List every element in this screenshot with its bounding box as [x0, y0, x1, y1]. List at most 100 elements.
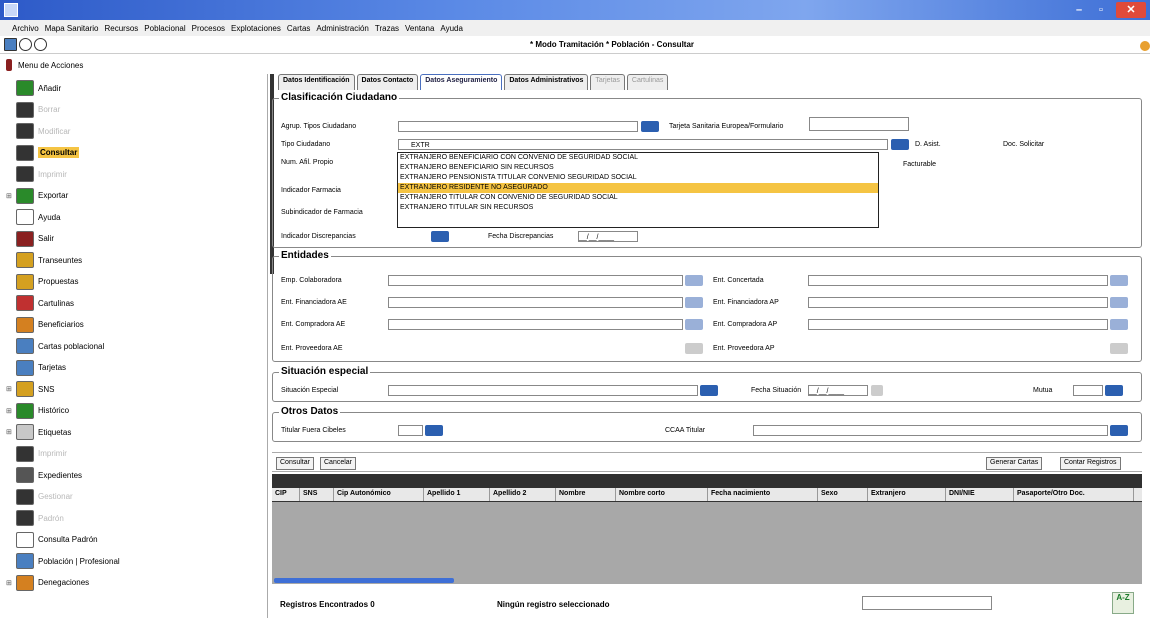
sidebar-item[interactable]: Propuestas	[6, 272, 78, 292]
sidebar-item[interactable]: ⊞ SNS	[6, 379, 54, 399]
tab[interactable]: Cartulinas	[626, 74, 669, 90]
tab[interactable]: Tarjetas	[590, 74, 625, 90]
grid-column-header[interactable]: Cip Autonómico	[334, 488, 424, 501]
fecha-sit-input[interactable]: __/__/____	[808, 385, 868, 396]
dropdown-option[interactable]: EXTRANJERO RESIDENTE NO ASEGURADO	[398, 183, 878, 193]
fecha-discrep-input[interactable]: __/__/____	[578, 231, 638, 242]
grid-column-header[interactable]: SNS	[300, 488, 334, 501]
grid-column-header[interactable]: Apellido 2	[490, 488, 556, 501]
sidebar-item[interactable]: Beneficiarios	[6, 315, 84, 335]
sidebar-item[interactable]: ⊞ Denegaciones	[6, 573, 89, 593]
ent-fin-ae-select[interactable]	[388, 297, 683, 308]
ent-fin-ap-select[interactable]	[808, 297, 1108, 308]
ent-concertada-select[interactable]	[808, 275, 1108, 286]
agrup-select[interactable]	[398, 121, 638, 132]
horizontal-scrollbar[interactable]	[274, 578, 454, 583]
menu-item[interactable]: Poblacional	[144, 24, 185, 33]
ent-comp-ae-dropdown-icon[interactable]	[685, 319, 703, 330]
sidebar-item[interactable]: Expedientes	[6, 465, 82, 485]
sidebar-item[interactable]: ⊞ Histórico	[6, 401, 69, 421]
sidebar-item[interactable]: Gestionar	[6, 487, 73, 507]
tipo-select[interactable]: EXTR	[398, 139, 888, 150]
titular-select[interactable]	[398, 425, 423, 436]
ind-discrep-dropdown-icon[interactable]	[431, 231, 449, 242]
dropdown-option[interactable]: EXTRANJERO TITULAR CON CONVENIO DE SEGUR…	[398, 193, 878, 203]
tab[interactable]: Datos Contacto	[356, 74, 419, 90]
tab[interactable]: Datos Identificación	[278, 74, 355, 90]
tipo-dropdown-icon[interactable]	[891, 139, 909, 150]
mutua-select[interactable]	[1073, 385, 1103, 396]
calendar-icon[interactable]	[871, 385, 883, 396]
mutua-dropdown-icon[interactable]	[1105, 385, 1123, 396]
emp-colab-dropdown-icon[interactable]	[685, 275, 703, 286]
sidebar-item[interactable]: Ayuda	[6, 207, 61, 227]
sidebar-item[interactable]: Transeuntes	[6, 250, 82, 270]
dropdown-option[interactable]: EXTRANJERO PENSIONISTA TITULAR CONVENIO …	[398, 173, 878, 183]
expand-icon[interactable]: ⊞	[6, 579, 16, 587]
sidebar-item[interactable]: Tarjetas	[6, 358, 66, 378]
back-icon[interactable]	[19, 38, 32, 51]
menu-item[interactable]: Explotaciones	[231, 24, 281, 33]
ent-comp-ae-select[interactable]	[388, 319, 683, 330]
sidebar-item[interactable]: Borrar	[6, 100, 60, 120]
sidebar-item[interactable]: Cartas poblacional	[6, 336, 104, 356]
grid-column-header[interactable]: DNI/NIE	[946, 488, 1014, 501]
ccaa-dropdown-icon[interactable]	[1110, 425, 1128, 436]
menu-item[interactable]: Mapa Sanitario	[45, 24, 99, 33]
expand-icon[interactable]: ⊞	[6, 192, 16, 200]
sidebar-item[interactable]: Imprimir	[6, 444, 67, 464]
dropdown-option[interactable]: EXTRANJERO TITULAR SIN RECURSOS	[398, 203, 878, 213]
menu-item[interactable]: Recursos	[105, 24, 139, 33]
sit-especial-dropdown-icon[interactable]	[700, 385, 718, 396]
grid-column-header[interactable]: Extranjero	[868, 488, 946, 501]
sidebar-item[interactable]: Consulta Padrón	[6, 530, 98, 550]
sit-especial-select[interactable]	[388, 385, 698, 396]
dropdown-option[interactable]: EXTRANJERO BENEFICIARIO CON CONVENIO DE …	[398, 153, 878, 163]
sidebar-item[interactable]: Población | Profesional	[6, 551, 120, 571]
sidebar-item[interactable]: ⊞ Exportar	[6, 186, 68, 206]
consultar-button[interactable]: Consultar	[276, 457, 314, 470]
grid-column-header[interactable]: Nombre corto	[616, 488, 708, 501]
emp-colab-select[interactable]	[388, 275, 683, 286]
titular-dropdown-icon[interactable]	[425, 425, 443, 436]
dropdown-option[interactable]: EXTRANJERO BENEFICIARIO SIN RECURSOS	[398, 163, 878, 173]
cancelar-button[interactable]: Cancelar	[320, 457, 357, 470]
sidebar-item[interactable]: Consultar	[6, 143, 80, 163]
grid-column-header[interactable]: Apellido 1	[424, 488, 490, 501]
ent-comp-ap-dropdown-icon[interactable]	[1110, 319, 1128, 330]
results-grid[interactable]: CIP SNS Cip Autonómico Apellido 1 Apellido 2…	[272, 474, 1142, 584]
ent-fin-ae-dropdown-icon[interactable]	[685, 297, 703, 308]
minimize-button[interactable]: –	[1068, 2, 1090, 18]
expand-icon[interactable]: ⊞	[6, 428, 16, 436]
menu-item[interactable]: Ventana	[405, 24, 434, 33]
sort-az-icon[interactable]: A-Z	[1112, 592, 1134, 614]
tab[interactable]: Datos Aseguramiento	[420, 74, 503, 90]
pin-icon[interactable]	[6, 59, 12, 71]
maximize-button[interactable]: ▫	[1090, 2, 1112, 18]
generar-cartas-button[interactable]: Generar Cartas	[986, 457, 1043, 470]
grid-column-header[interactable]: Sexo	[818, 488, 868, 501]
sidebar-item[interactable]: Padrón	[6, 508, 64, 528]
expand-icon[interactable]: ⊞	[6, 385, 16, 393]
menu-item[interactable]: Archivo	[12, 24, 39, 33]
grid-column-header[interactable]: CIP	[272, 488, 300, 501]
forward-icon[interactable]	[34, 38, 47, 51]
menu-item[interactable]: Cartas	[287, 24, 311, 33]
tab[interactable]: Datos Administrativos	[504, 74, 589, 90]
sidebar-item[interactable]: Cartulinas	[6, 293, 74, 313]
tipo-ciudadano-dropdown-list[interactable]: EXTRANJERO BENEFICIARIO CON CONVENIO DE …	[397, 152, 879, 228]
window-icon[interactable]	[4, 38, 17, 51]
sidebar-item[interactable]: ⊞ Etiquetas	[6, 422, 71, 442]
grid-column-header[interactable]: Fecha nacimiento	[708, 488, 818, 501]
sidebar-item[interactable]: Modificar	[6, 121, 70, 141]
d-asist-label[interactable]: D. Asist.	[915, 141, 941, 148]
grid-column-header[interactable]: Nombre	[556, 488, 616, 501]
menu-item[interactable]: Procesos	[192, 24, 225, 33]
close-button[interactable]: ✕	[1116, 2, 1146, 18]
sidebar-item[interactable]: Añadir	[6, 78, 61, 98]
ent-comp-ap-select[interactable]	[808, 319, 1108, 330]
expand-icon[interactable]: ⊞	[6, 407, 16, 415]
search-input[interactable]	[862, 596, 992, 610]
sidebar-item[interactable]: Salir	[6, 229, 54, 249]
ent-fin-ap-dropdown-icon[interactable]	[1110, 297, 1128, 308]
